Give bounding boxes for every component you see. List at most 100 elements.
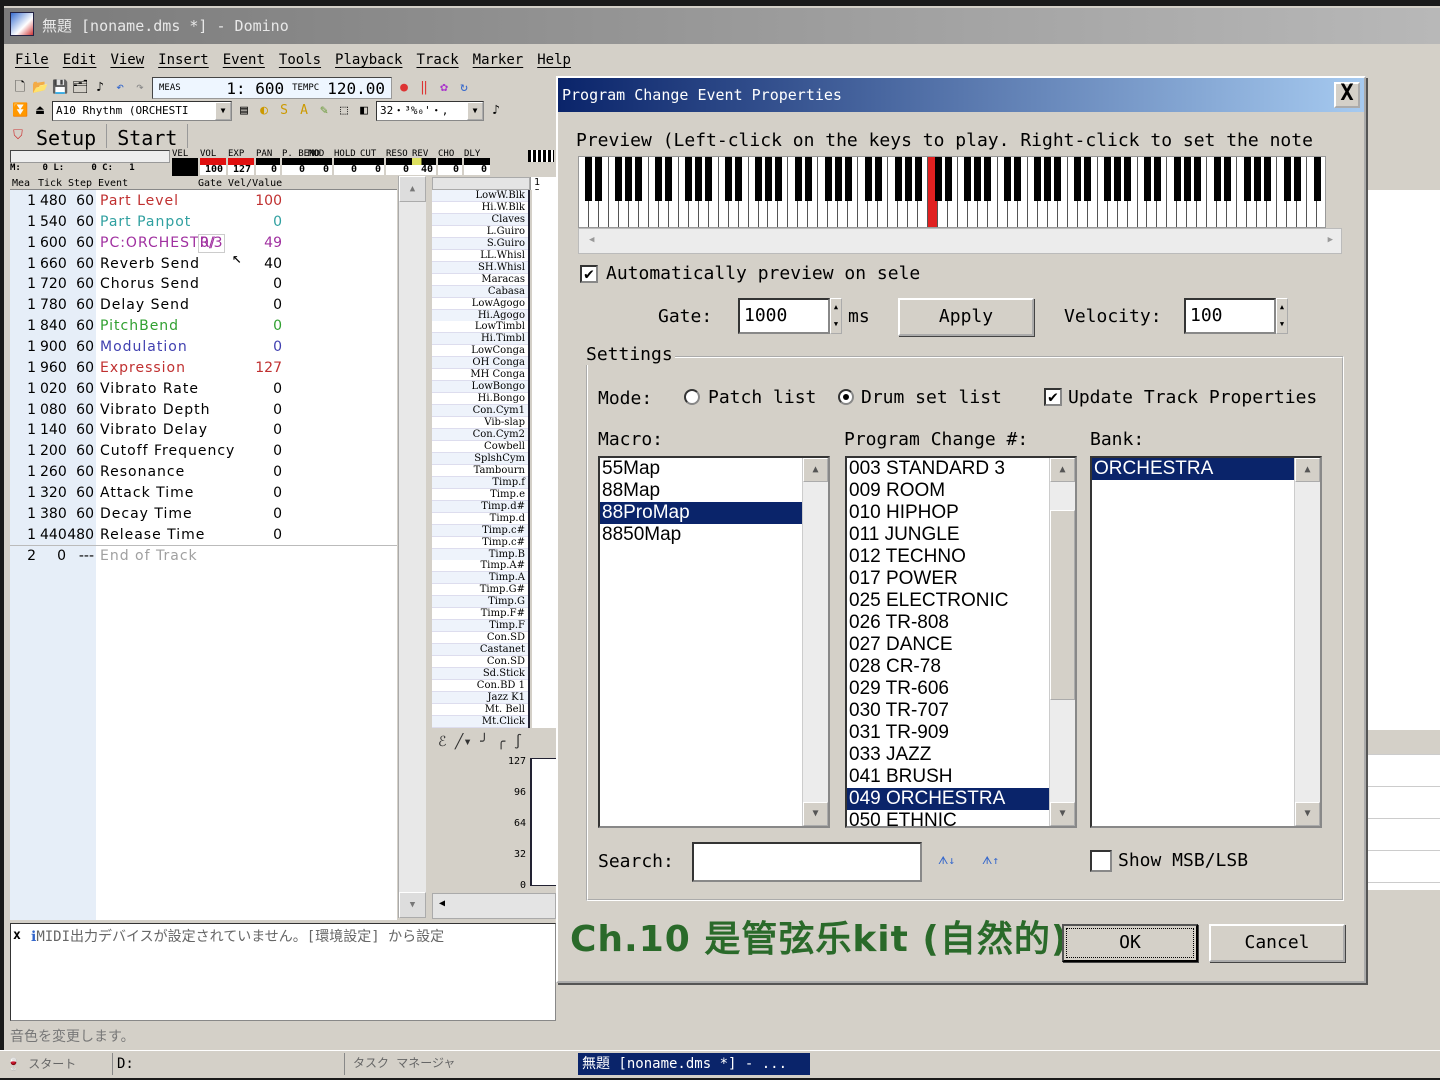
drum-name[interactable]: Timp.c# [432, 524, 528, 537]
black-key[interactable] [1114, 157, 1122, 201]
pencil-icon[interactable]: ✎ [316, 103, 332, 119]
table-row[interactable]: 1 540 60 Part Panpot 0 [10, 212, 397, 233]
all-icon[interactable]: A [296, 103, 312, 119]
bank-scrollbar[interactable]: ▲ ▼ [1294, 458, 1320, 826]
col-gate[interactable]: Gate [198, 177, 222, 190]
col-tick[interactable]: Tick [38, 177, 62, 190]
black-key[interactable] [655, 157, 663, 201]
chevron-down-icon[interactable]: ▼ [467, 102, 483, 120]
log-close-button[interactable]: x [13, 928, 21, 943]
list-item[interactable]: 027 DANCE [847, 634, 1049, 656]
drum-name[interactable]: SplshCym [432, 452, 528, 465]
task-manager-label[interactable]: タスク マネージャ [344, 1053, 576, 1075]
black-key[interactable] [755, 157, 763, 201]
list-item[interactable]: 009 ROOM [847, 480, 1049, 502]
black-key[interactable] [1004, 157, 1012, 201]
marker-add-icon[interactable]: ⛉ [10, 128, 26, 144]
drum-name[interactable]: Timp.F# [432, 608, 528, 621]
midi-file-icon[interactable]: ♪ [92, 80, 108, 96]
record-icon[interactable]: ● [396, 80, 412, 96]
black-key[interactable] [1253, 157, 1261, 201]
black-key[interactable] [1044, 157, 1052, 201]
drum-name[interactable]: Timp.A# [432, 560, 528, 573]
patch-list-radio[interactable] [684, 389, 700, 405]
drum-name[interactable]: LowTimbl [432, 321, 528, 334]
menu-help[interactable]: Help [530, 48, 578, 72]
update-track-checkbox[interactable]: ✔ [1044, 388, 1062, 406]
black-key[interactable] [1173, 157, 1181, 201]
drum-name[interactable]: Timp.A [432, 572, 528, 585]
black-key[interactable] [934, 157, 942, 201]
drum-name[interactable]: Cabasa [432, 285, 528, 298]
black-key[interactable] [1193, 157, 1201, 201]
table-row[interactable]: 1 660 60 Reverb Send 40 [10, 254, 397, 275]
scroll-up-icon[interactable]: ▲ [1295, 458, 1320, 482]
cancel-button[interactable]: Cancel [1209, 924, 1345, 962]
pause-record-icon[interactable]: ‖ [416, 80, 432, 96]
program-change-list[interactable]: 003 STANDARD 3 009 ROOM 010 HIPHOP 011 JUNG… [845, 456, 1077, 828]
scroll-left-icon[interactable]: ◀ [439, 898, 445, 909]
black-key[interactable] [1313, 157, 1321, 201]
drum-name[interactable]: Timp.c# [432, 536, 528, 549]
table-row[interactable]: 1 380 60 Decay Time 0 [10, 504, 397, 525]
speaker-icon[interactable]: ◐ [256, 103, 272, 119]
scroll-down-icon[interactable]: ▼ [803, 802, 828, 826]
velocity-graph[interactable] [530, 758, 556, 886]
drum-name[interactable]: Jazz K1 [432, 691, 528, 704]
undo-icon[interactable]: ↶ [112, 80, 128, 96]
velocity-spinner[interactable]: ▲ ▼ [1276, 298, 1288, 334]
black-key[interactable] [665, 157, 673, 201]
black-key[interactable] [1143, 157, 1151, 201]
drum-name[interactable]: Vib-slap [432, 417, 528, 430]
black-key[interactable] [964, 157, 972, 201]
black-key[interactable] [625, 157, 633, 201]
scroll-down-icon[interactable]: ▼ [1295, 802, 1320, 826]
black-key[interactable] [1124, 157, 1132, 201]
col-mea[interactable]: Mea [12, 177, 30, 190]
drive-label[interactable]: D: [112, 1053, 344, 1075]
table-row[interactable]: 1 140 60 Vibrato Delay 0 [10, 420, 397, 441]
black-key[interactable] [615, 157, 623, 201]
loop-icon[interactable]: ↻ [456, 80, 472, 96]
black-key[interactable] [804, 157, 812, 201]
menu-playback[interactable]: Playback [328, 48, 409, 72]
black-key[interactable] [794, 157, 802, 201]
table-row[interactable]: 1 440 480 Release Time 0 [10, 525, 397, 546]
black-key[interactable] [894, 157, 902, 201]
menu-event[interactable]: Event [216, 48, 272, 72]
table-row[interactable]: 1 480 60 Part Level 100 [10, 191, 397, 212]
list-item[interactable]: 8850Map [600, 524, 802, 546]
drum-name[interactable]: Con.Cym1 [432, 405, 528, 418]
black-key[interactable] [1223, 157, 1231, 201]
list-item[interactable]: 041 BRUSH [847, 766, 1049, 788]
drum-name[interactable]: L.Guiro [432, 225, 528, 238]
black-key[interactable] [1153, 157, 1161, 201]
dialog-close-button[interactable]: X [1334, 82, 1360, 108]
black-key[interactable] [1293, 157, 1301, 201]
drum-name[interactable]: Con.BD 1 [432, 679, 528, 692]
quantize-select[interactable]: 32・³%₀'・, ▼ [376, 101, 484, 121]
chevron-down-icon[interactable]: ▼ [215, 102, 231, 120]
list-item[interactable]: 025 ELECTRONIC [847, 590, 1049, 612]
table-row[interactable]: 1 200 60 Cutoff Frequency 0 [10, 441, 397, 462]
black-key[interactable] [1084, 157, 1092, 201]
drum-name[interactable]: Hi.W.Blk [432, 201, 528, 214]
drum-name[interactable]: Timp.f [432, 476, 528, 489]
list-item[interactable]: 012 TECHNO [847, 546, 1049, 568]
list-item[interactable]: 88ProMap [600, 502, 802, 524]
tab-start[interactable]: Start [107, 124, 189, 150]
black-key[interactable] [1104, 157, 1112, 201]
drum-name[interactable]: Hi.Timbl [432, 333, 528, 346]
select-rect-icon[interactable]: ⬚ [336, 103, 352, 119]
velocity-input[interactable]: 100 [1184, 298, 1276, 334]
scroll-right-icon[interactable]: ▶ [1328, 235, 1333, 245]
drum-name[interactable]: LowConga [432, 345, 528, 358]
drum-name[interactable]: Timp.e [432, 488, 528, 501]
drum-name[interactable]: Con.Cym2 [432, 429, 528, 441]
black-key[interactable] [685, 157, 693, 201]
drum-name[interactable]: Con.SD [432, 632, 528, 645]
drum-name[interactable]: Timp.B [432, 548, 528, 561]
black-key[interactable] [874, 157, 882, 201]
apply-button[interactable]: Apply [898, 298, 1034, 336]
table-row[interactable]: 1 320 60 Attack Time 0 [10, 483, 397, 504]
